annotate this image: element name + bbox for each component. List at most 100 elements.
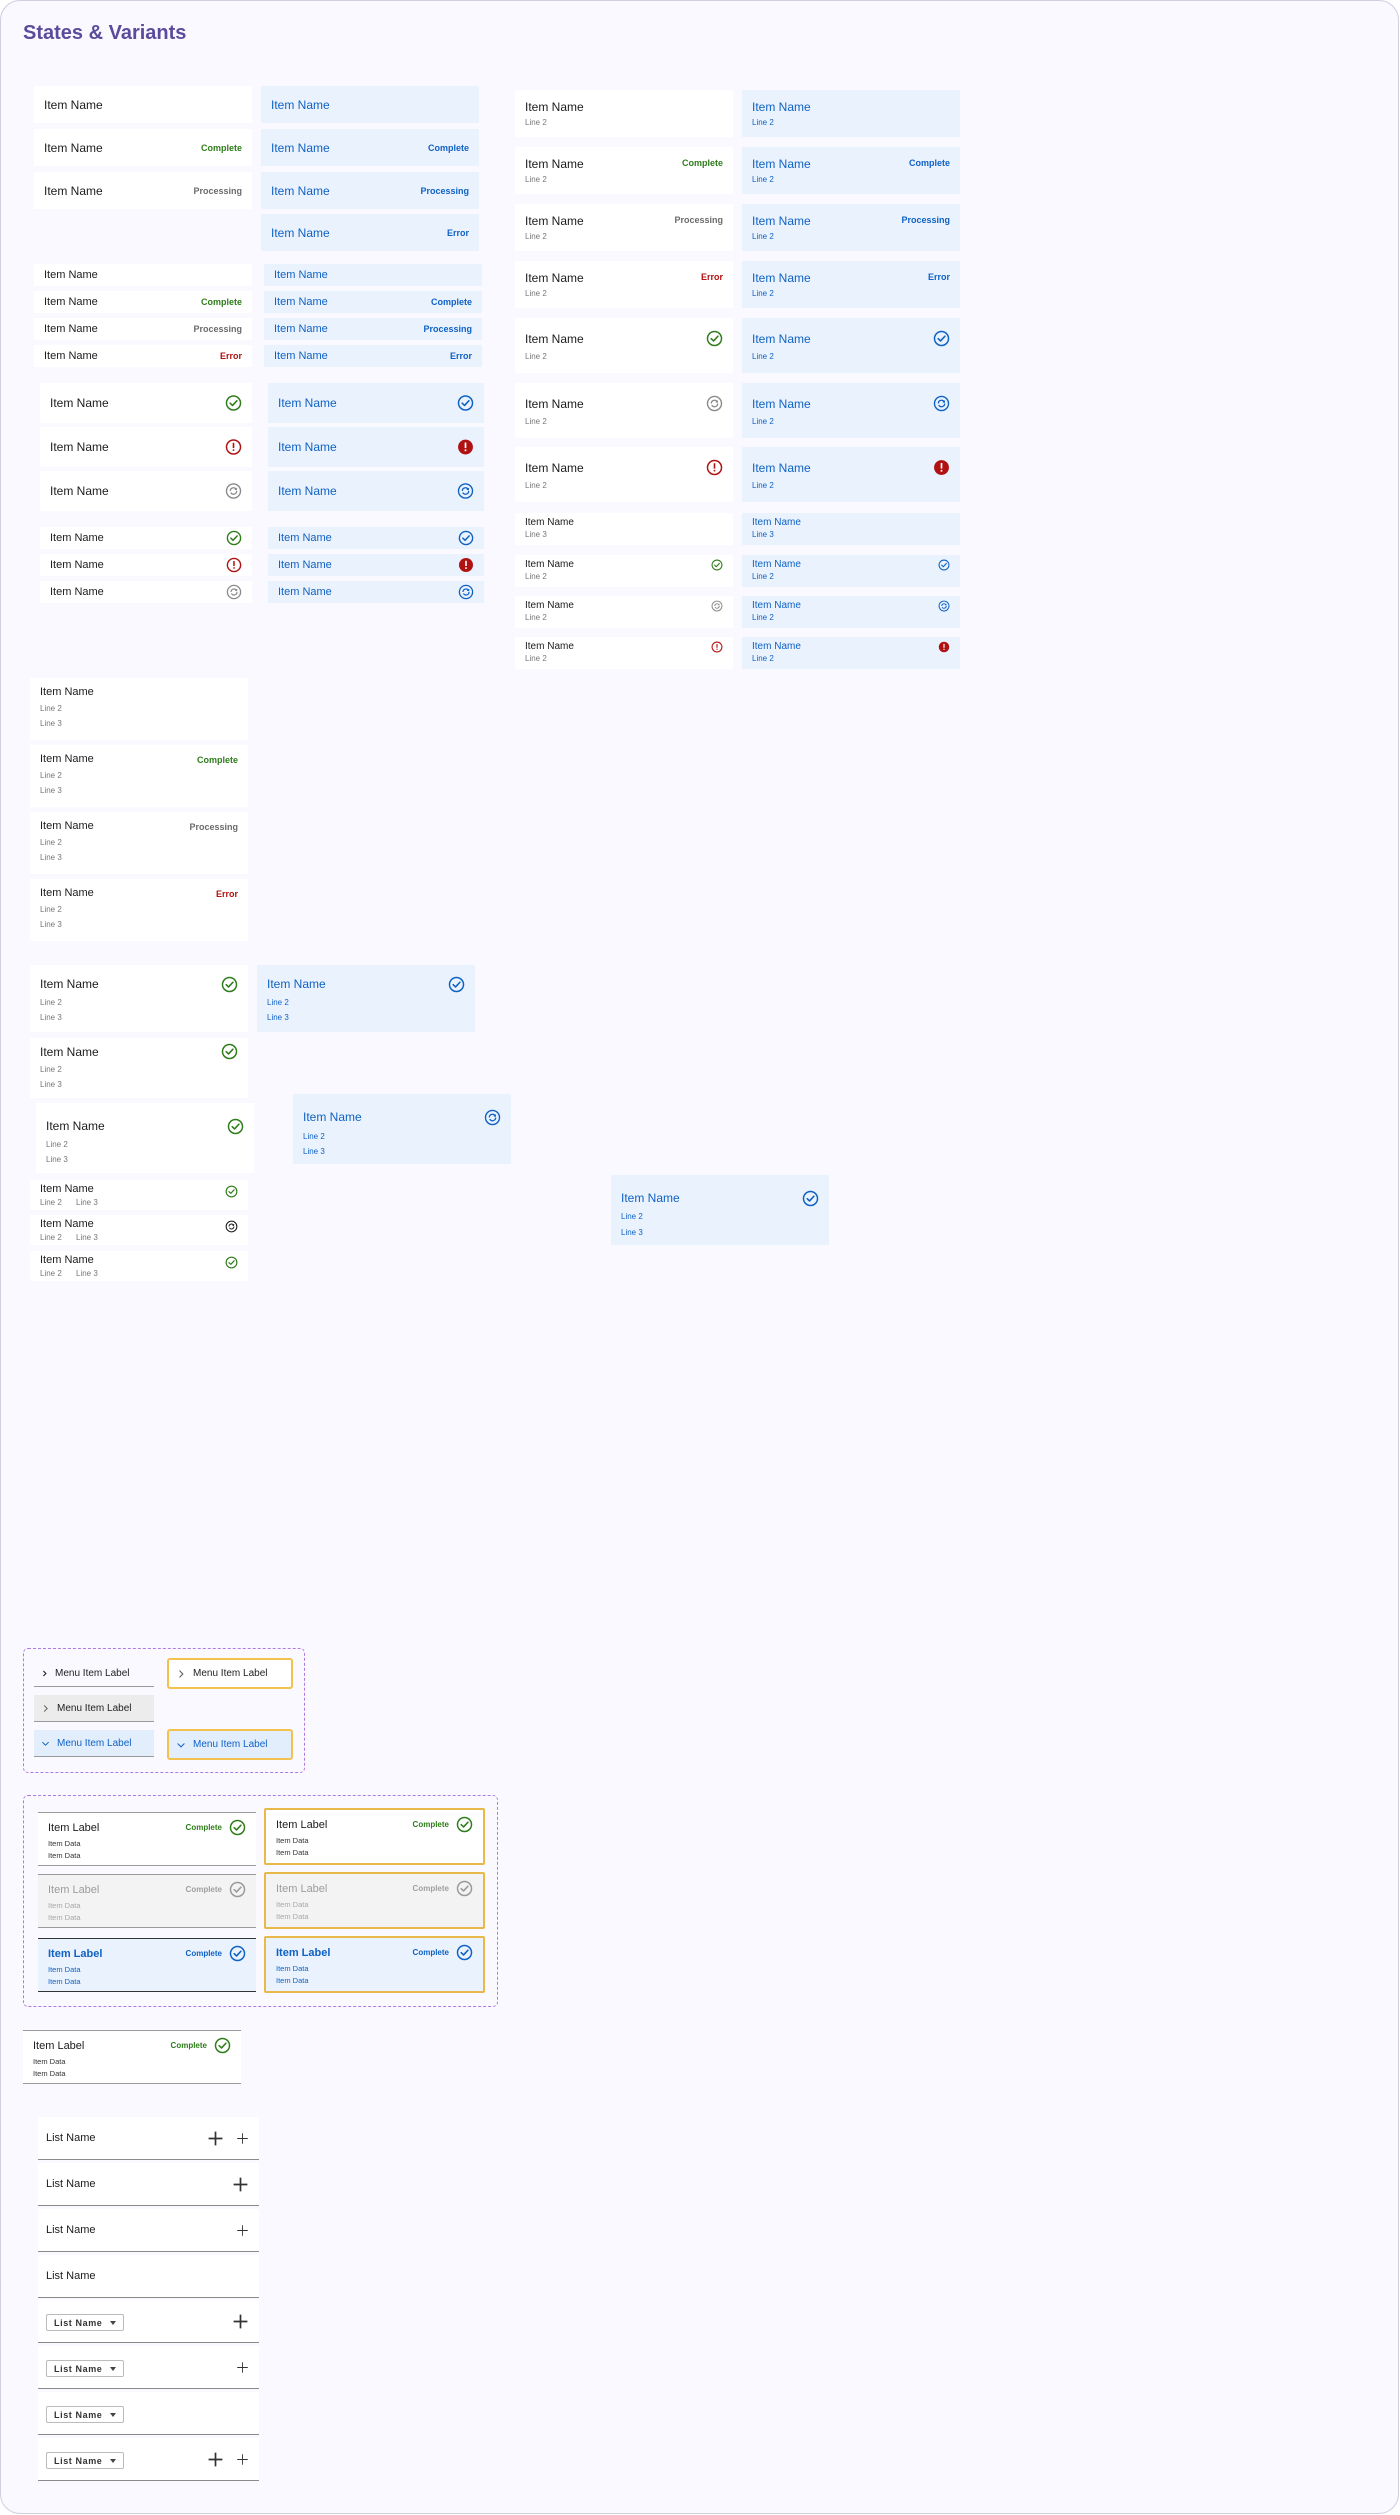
data-tile[interactable]: Item Label Item Data Item Data Complete <box>264 1936 485 1993</box>
list-item[interactable]: Item Name Line 2 Line 3 <box>611 1175 829 1245</box>
list-item[interactable]: Item Name <box>261 86 479 123</box>
list-item[interactable]: Item Name Error <box>261 214 479 251</box>
list-item[interactable]: Item Name Complete Line 2 Line 3 <box>30 745 248 807</box>
list-item[interactable]: Item Name <box>268 471 484 511</box>
list-item[interactable]: Item Name Complete Line 2 <box>742 147 960 194</box>
list-item[interactable]: Item Name Line 2 <box>742 596 960 628</box>
status-icon <box>225 1185 238 1198</box>
list-item[interactable]: Item Name Line 2 <box>742 555 960 587</box>
list-item[interactable]: Item Name Complete <box>34 129 252 166</box>
list-item[interactable]: Item Name Line 2 <box>515 447 733 502</box>
data-tile[interactable]: Item Label Item Data Item Data Complete <box>38 1812 256 1866</box>
list-item[interactable]: Item Name Line 2 Line 3 <box>30 1180 248 1210</box>
list-item[interactable]: Item Name Line 2 Line 3 <box>293 1094 511 1164</box>
menu-item[interactable]: Menu Item Label <box>34 1661 154 1687</box>
list-item[interactable]: Item Name Line 2 <box>742 383 960 438</box>
list-item[interactable]: Item Name <box>34 86 252 123</box>
list-item[interactable]: Item Name Line 3 <box>742 513 960 545</box>
list-item[interactable]: Item Name <box>34 264 252 286</box>
list-item[interactable]: Item Name Line 2 Line 3 <box>257 965 475 1032</box>
list-item[interactable]: Item Name Line 2 Line 3 <box>30 1038 248 1098</box>
list-item[interactable]: Item Name Error Line 2 <box>742 261 960 308</box>
list-item[interactable]: Item Name Error <box>264 345 482 367</box>
list-name: List Name <box>46 2178 96 2190</box>
list-item[interactable]: Item Name Line 2 <box>742 318 960 373</box>
list-item[interactable]: Item Name Line 2 <box>515 90 733 137</box>
list-item[interactable]: Item Name Line 2 Line 3 <box>30 1251 248 1281</box>
list-item[interactable]: Item Name <box>40 554 252 576</box>
list-name-dropdown[interactable]: List Name <box>46 2452 124 2469</box>
list-name-dropdown[interactable]: List Name <box>46 2360 124 2377</box>
item-subline: Line 2 <box>525 417 547 426</box>
menu-item[interactable]: Menu Item Label <box>167 1729 293 1760</box>
list-item[interactable]: Item Name <box>268 527 484 549</box>
list-item[interactable]: Item Name <box>40 471 252 511</box>
list-item[interactable]: Item Name Error <box>34 345 252 367</box>
list-item[interactable]: Item Name Line 2 Line 3 <box>30 1215 248 1245</box>
dropdown-label: List Name <box>54 2317 103 2328</box>
list-item[interactable]: Item Name Line 2 <box>515 555 733 587</box>
check-circle-icon <box>226 530 242 546</box>
processing-icon <box>938 600 950 612</box>
data-tile[interactable]: Item Label Item Data Item Data Complete <box>264 1808 485 1865</box>
add-button[interactable] <box>236 2224 249 2237</box>
list-item[interactable]: Item Name Processing <box>264 318 482 340</box>
add-button[interactable] <box>232 2176 249 2193</box>
list-item[interactable]: Item Name Line 2 Line 3 <box>30 678 248 740</box>
list-item[interactable]: Item Name Processing <box>34 318 252 340</box>
list-name-dropdown[interactable]: List Name <box>46 2406 124 2423</box>
status-icon <box>458 557 474 573</box>
caret-down-icon <box>110 2321 116 2325</box>
data-tile[interactable]: Item Label Item Data Item Data Complete <box>38 1938 256 1992</box>
list-item[interactable]: Item Name Processing Line 2 Line 3 <box>30 812 248 874</box>
add-button[interactable] <box>207 2451 224 2468</box>
add-button[interactable] <box>236 2361 249 2374</box>
list-item[interactable]: Item Name Processing <box>261 172 479 209</box>
item-subline: Line 2 <box>40 1198 62 1207</box>
list-item[interactable]: Item Name <box>40 383 252 423</box>
add-button[interactable] <box>236 2453 249 2466</box>
list-item[interactable]: Item Name <box>264 264 482 286</box>
list-item[interactable]: Item Name Line 2 <box>515 596 733 628</box>
list-item[interactable]: Item Name Complete <box>261 129 479 166</box>
list-item[interactable]: Item Name Complete <box>34 291 252 313</box>
data-tile[interactable]: Item Label Item Data Item Data Complete <box>38 1874 256 1928</box>
data-tile[interactable]: Item Label Item Data Item Data Complete <box>264 1872 485 1929</box>
list-name-dropdown[interactable]: List Name <box>46 2314 124 2331</box>
status-icon <box>225 1220 238 1233</box>
list-item[interactable]: Item Name Line 2 Line 3 <box>30 965 248 1032</box>
list-item[interactable]: Item Name Processing <box>34 172 252 209</box>
list-item[interactable]: Item Name <box>268 554 484 576</box>
list-item[interactable]: Item Name Line 2 <box>515 637 733 669</box>
list-item[interactable]: Item Name Processing Line 2 <box>742 204 960 251</box>
list-item[interactable]: Item Name Error Line 2 <box>515 261 733 308</box>
list-item[interactable]: Item Name Error Line 2 Line 3 <box>30 879 248 941</box>
list-item[interactable]: Item Name Line 2 <box>515 383 733 438</box>
list-item[interactable]: Item Name <box>40 581 252 603</box>
list-item[interactable]: Item Name Line 3 <box>515 513 733 545</box>
plus-icon <box>237 2133 248 2144</box>
menu-item[interactable]: Menu Item Label <box>34 1730 154 1757</box>
add-button[interactable] <box>207 2130 224 2147</box>
menu-item[interactable]: Menu Item Label <box>167 1658 293 1689</box>
list-item[interactable]: Item Name <box>268 581 484 603</box>
data-tile[interactable]: Item Label Item Data Item Data Complete <box>23 2030 241 2084</box>
add-button[interactable] <box>236 2132 249 2145</box>
list-item[interactable]: Item Name Processing Line 2 <box>515 204 733 251</box>
list-item[interactable]: Item Name Complete Line 2 <box>515 147 733 194</box>
list-item[interactable]: Item Name Line 2 Line 3 <box>36 1103 254 1173</box>
list-item[interactable]: Item Name <box>40 427 252 467</box>
tile-data: Item Data <box>48 1901 81 1910</box>
menu-item[interactable]: Menu Item Label <box>34 1695 154 1722</box>
list-item[interactable]: Item Name <box>268 383 484 423</box>
item-name: Item Name <box>40 1218 94 1230</box>
list-item[interactable]: Item Name Complete <box>264 291 482 313</box>
item-name: Item Name <box>271 140 330 155</box>
add-button[interactable] <box>232 2313 249 2330</box>
list-item[interactable]: Item Name Line 2 <box>742 447 960 502</box>
list-item[interactable]: Item Name Line 2 <box>742 637 960 669</box>
list-item[interactable]: Item Name <box>268 427 484 467</box>
list-item[interactable]: Item Name Line 2 <box>515 318 733 373</box>
list-item[interactable]: Item Name Line 2 <box>742 90 960 137</box>
list-item[interactable]: Item Name <box>40 527 252 549</box>
